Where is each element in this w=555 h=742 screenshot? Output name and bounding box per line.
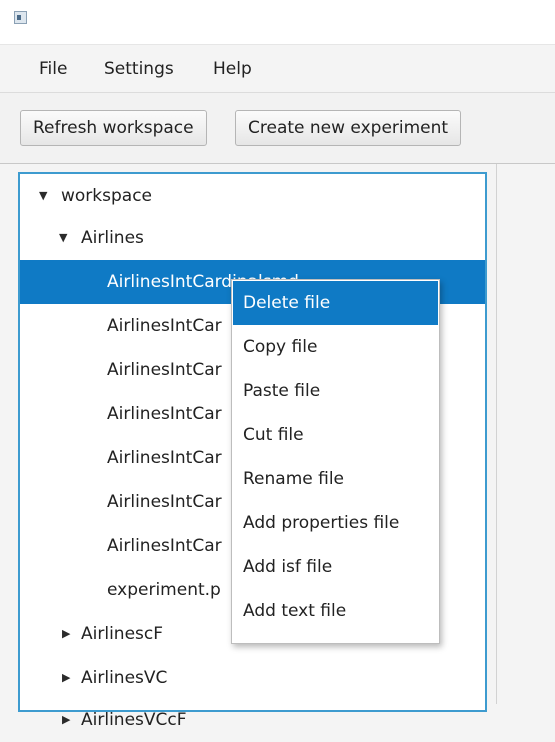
rename-file-menu-item[interactable]: Rename file bbox=[233, 457, 438, 501]
tree-item-label: AirlinesIntCar bbox=[107, 316, 222, 336]
editor-pane bbox=[497, 164, 555, 704]
tree-item-label: experiment.p bbox=[107, 580, 221, 600]
tree-item-airlinesvc[interactable]: ▶ AirlinesVC bbox=[20, 656, 485, 700]
cut-file-menu-item[interactable]: Cut file bbox=[233, 413, 438, 457]
refresh-workspace-button[interactable]: Refresh workspace bbox=[20, 110, 207, 146]
add-isf-file-menu-item[interactable]: Add isf file bbox=[233, 545, 438, 589]
tree-item-label: AirlinesIntCar bbox=[107, 536, 222, 556]
add-text-file-menu-item[interactable]: Add text file bbox=[233, 589, 438, 633]
tree-item-airlines[interactable]: ▼ Airlines bbox=[20, 216, 485, 260]
menu-file[interactable]: File bbox=[39, 59, 67, 79]
tree-item-workspace[interactable]: ▼ workspace bbox=[20, 174, 485, 218]
menu-bar: File Settings Help bbox=[0, 44, 555, 92]
tree-item-label: AirlinesVC bbox=[81, 668, 168, 688]
copy-file-menu-item[interactable]: Copy file bbox=[233, 325, 438, 369]
tree-item-label: AirlinesVCcF bbox=[81, 710, 187, 730]
window-titlebar bbox=[0, 0, 555, 44]
menu-help[interactable]: Help bbox=[213, 59, 252, 79]
collapsed-arrow-icon[interactable]: ▶ bbox=[62, 656, 70, 700]
tree-item-label: workspace bbox=[61, 186, 153, 206]
add-properties-file-menu-item[interactable]: Add properties file bbox=[233, 501, 438, 545]
tree-item-label: Airlines bbox=[81, 228, 144, 248]
tree-item-airlinesvccf[interactable]: ▶ AirlinesVCcF bbox=[20, 698, 485, 742]
tree-item-label: AirlinesIntCar bbox=[107, 448, 222, 468]
toolbar: Refresh workspace Create new experiment bbox=[0, 92, 555, 164]
create-experiment-button[interactable]: Create new experiment bbox=[235, 110, 462, 146]
menu-settings[interactable]: Settings bbox=[104, 59, 174, 79]
paste-file-menu-item[interactable]: Paste file bbox=[233, 369, 438, 413]
app-icon bbox=[14, 11, 27, 24]
delete-file-menu-item[interactable]: Delete file bbox=[233, 281, 438, 325]
tree-item-label: AirlinesIntCar bbox=[107, 404, 222, 424]
tree-item-label: AirlinescF bbox=[81, 624, 164, 644]
expanded-arrow-icon[interactable]: ▼ bbox=[59, 216, 67, 260]
expanded-arrow-icon[interactable]: ▼ bbox=[39, 174, 47, 218]
collapsed-arrow-icon[interactable]: ▶ bbox=[62, 612, 70, 656]
tree-item-label: AirlinesIntCar bbox=[107, 492, 222, 512]
tree-item-label: AirlinesIntCar bbox=[107, 360, 222, 380]
context-menu: Delete file Copy file Paste file Cut fil… bbox=[231, 279, 440, 644]
collapsed-arrow-icon[interactable]: ▶ bbox=[62, 698, 70, 742]
